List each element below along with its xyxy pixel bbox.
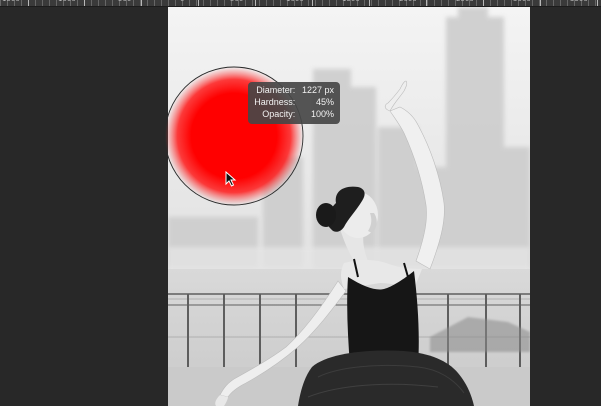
diameter-value: 1227 px bbox=[301, 85, 334, 95]
opacity-value: 100% bbox=[310, 109, 334, 119]
ruler-label: 2000 bbox=[399, 0, 417, 3]
hardness-row: Hardness: 45% bbox=[252, 96, 334, 108]
ruler-label: 3500 bbox=[570, 0, 588, 3]
ruler-major-tick bbox=[369, 0, 370, 6]
hardness-label: Hardness: bbox=[254, 97, 296, 107]
ruler-major-tick bbox=[28, 0, 29, 6]
ruler-major-tick bbox=[312, 0, 313, 6]
opacity-label: Opacity: bbox=[262, 109, 296, 119]
ruler-label: 1000 bbox=[286, 0, 304, 3]
ruler-major-tick bbox=[426, 0, 427, 6]
pointer-arrow-icon bbox=[225, 171, 237, 187]
brush-info-tooltip: Diameter: 1227 px Hardness: 45% Opacity:… bbox=[248, 82, 340, 124]
ruler-label: 1500 bbox=[2, 0, 20, 3]
diameter-label: Diameter: bbox=[256, 85, 296, 95]
ruler-label: 3000 bbox=[513, 0, 531, 3]
ruler-label: 0 bbox=[180, 0, 184, 3]
horizontal-ruler[interactable]: 1500 1000 500 0 500 1000 1500 2000 2500 … bbox=[0, 0, 601, 7]
ruler-major-tick bbox=[540, 0, 541, 6]
ruler-major-tick bbox=[84, 0, 85, 6]
ruler-major-tick bbox=[483, 0, 484, 6]
ruler-label: 500 bbox=[118, 0, 131, 3]
photo-editor-window: 1500 1000 500 0 500 1000 1500 2000 2500 … bbox=[0, 0, 601, 406]
photo-ballerina bbox=[168, 7, 530, 406]
document-canvas[interactable] bbox=[168, 7, 530, 406]
diameter-row: Diameter: 1227 px bbox=[252, 84, 334, 96]
hardness-value: 45% bbox=[315, 97, 334, 107]
ruler-major-tick bbox=[141, 0, 142, 6]
ruler-label: 1500 bbox=[342, 0, 360, 3]
ruler-major-tick bbox=[597, 0, 598, 6]
ruler-label: 500 bbox=[230, 0, 243, 3]
ruler-major-tick bbox=[198, 0, 199, 6]
ruler-label: 1000 bbox=[58, 0, 76, 3]
ruler-label: 2500 bbox=[456, 0, 474, 3]
opacity-row: Opacity: 100% bbox=[252, 108, 334, 120]
ruler-major-tick bbox=[255, 0, 256, 6]
